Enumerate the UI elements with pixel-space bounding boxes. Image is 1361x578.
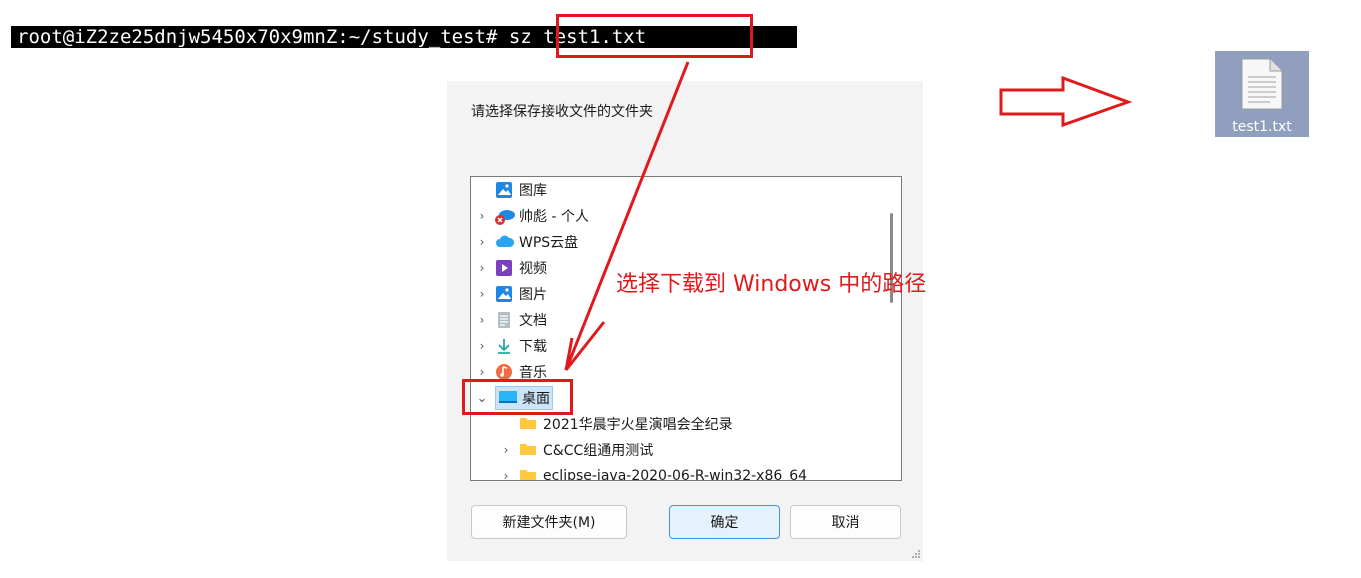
- annotation-text: 选择下载到 Windows 中的路径: [616, 272, 927, 297]
- file-name-label: test1.txt: [1232, 119, 1292, 135]
- text-file-icon: [1240, 57, 1284, 115]
- pointer-arrow-line: [564, 61, 690, 371]
- right-arrow-icon: [999, 75, 1133, 128]
- desktop-file[interactable]: test1.txt: [1215, 51, 1309, 137]
- pointer-arrow-head: [564, 321, 606, 371]
